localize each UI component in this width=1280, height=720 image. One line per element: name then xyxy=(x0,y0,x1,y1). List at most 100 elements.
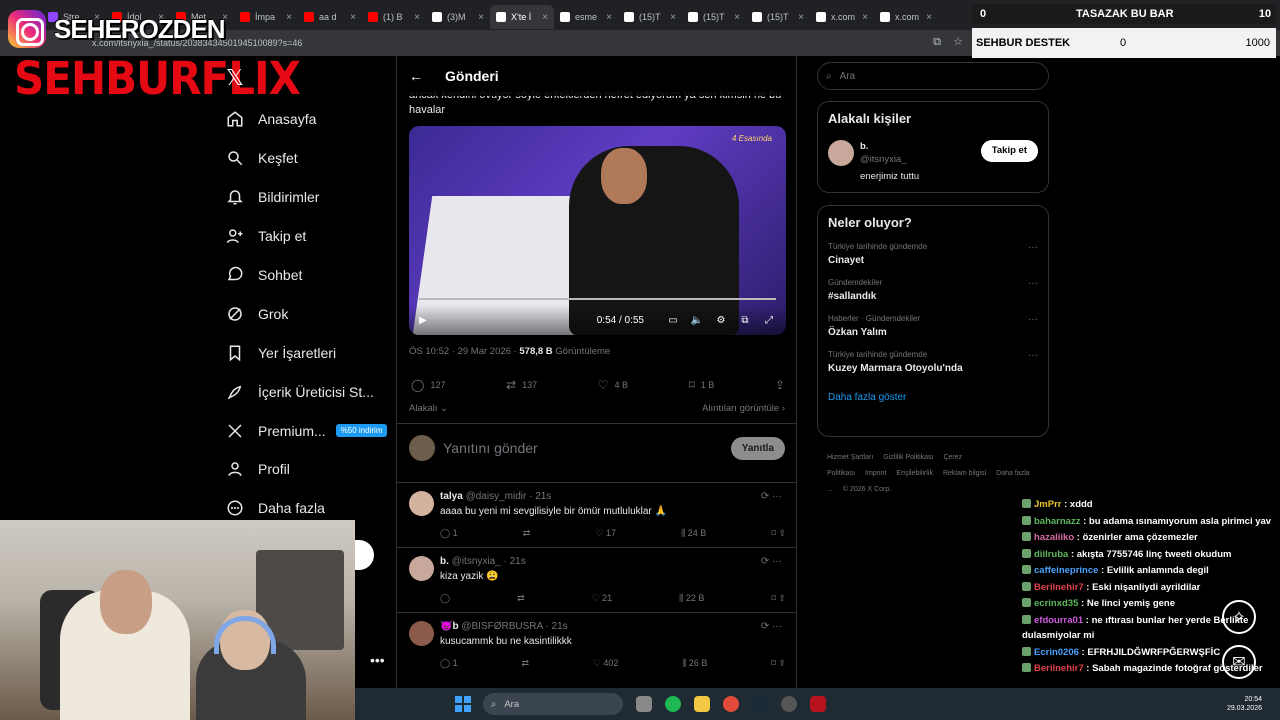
back-arrow-icon[interactable]: ← xyxy=(409,68,427,84)
browser-tab[interactable]: (1) B × xyxy=(362,5,426,29)
browser-tab[interactable]: X'te İ × xyxy=(490,5,554,29)
more-icon[interactable]: ••• xyxy=(370,652,385,668)
trend-more-icon[interactable]: ··· xyxy=(1028,242,1038,253)
volume-icon[interactable]: 🔈 xyxy=(690,315,704,326)
like-action[interactable]: ♡ 4 B xyxy=(598,378,628,392)
obs-icon[interactable] xyxy=(781,696,797,712)
sidebar-item-profile[interactable]: Profil xyxy=(226,450,396,489)
tab-close-icon[interactable]: × xyxy=(286,12,292,23)
footer-link[interactable]: Gizlilik Politikası xyxy=(883,454,933,461)
relevant-person[interactable]: b. @itsnyxia_ enerjimiz tuttu Takip et xyxy=(828,140,1038,183)
browser-tab[interactable]: İmpa × xyxy=(234,5,298,29)
search-input[interactable]: ⌕ Ara xyxy=(817,62,1049,90)
star-icon[interactable]: ☆ xyxy=(951,35,965,49)
taskbar-search[interactable]: ⌕ Ara xyxy=(483,693,623,715)
footer-link[interactable]: Erişilebilirlik xyxy=(896,470,933,477)
footer-link[interactable]: © 2026 X Corp. xyxy=(843,486,891,493)
reply-views-action[interactable]: ⫼ 26 B xyxy=(682,658,707,669)
sidebar-item-bookmark[interactable]: Yer İşaretleri xyxy=(226,333,396,372)
trend-item[interactable]: Türkiye tarihinde gündemde Kuzey Marmara … xyxy=(828,350,1038,374)
browser-tab[interactable]: (15)T × xyxy=(682,5,746,29)
trend-more-icon[interactable]: ··· xyxy=(1028,350,1038,361)
tab-close-icon[interactable]: × xyxy=(606,12,612,23)
chrome-icon[interactable] xyxy=(723,696,739,712)
reply-author[interactable]: 😈b xyxy=(440,621,459,632)
app-icon[interactable] xyxy=(810,696,826,712)
browser-tab[interactable]: esme × xyxy=(554,5,618,29)
sidebar-item-search[interactable]: Keşfet xyxy=(226,139,396,178)
tab-close-icon[interactable]: × xyxy=(670,12,676,23)
popout-icon[interactable]: ⧉ xyxy=(738,315,752,326)
trend-more-icon[interactable]: ··· xyxy=(1028,314,1038,325)
reply-like-action[interactable]: ♡ 21 xyxy=(592,593,613,604)
message-icon[interactable]: ✉ xyxy=(1222,645,1256,679)
reply-repost-action[interactable]: ⇄ xyxy=(523,528,531,539)
reply-reply-action[interactable]: ◯ 1 xyxy=(440,658,458,669)
avatar[interactable] xyxy=(409,621,434,646)
task-view-icon[interactable] xyxy=(636,696,652,712)
sidebar-item-home[interactable]: Anasayfa xyxy=(226,100,396,139)
avatar[interactable] xyxy=(409,556,434,581)
reply-action[interactable]: ◯ 127 xyxy=(411,378,445,392)
settings-icon[interactable]: ⚙ xyxy=(714,315,728,326)
reply-like-action[interactable]: ♡ 17 xyxy=(595,528,616,539)
tab-close-icon[interactable]: × xyxy=(414,12,420,23)
reply-repost-action[interactable]: ⇄ xyxy=(517,593,525,604)
spotify-icon[interactable] xyxy=(665,696,681,712)
reply-bookmark-action[interactable]: ⌑ ⇪ xyxy=(771,528,786,539)
captions-icon[interactable]: ▭ xyxy=(666,315,680,326)
x-logo-icon[interactable]: 𝕏 xyxy=(226,65,244,91)
footer-link[interactable]: Hizmet Şartları xyxy=(827,454,873,461)
reply-reply-action[interactable]: ◯ xyxy=(440,593,450,604)
folder-icon[interactable] xyxy=(694,696,710,712)
windows-start-icon[interactable] xyxy=(455,696,471,712)
sidebar-item-rocket[interactable]: İçerik Üreticisi St... xyxy=(226,372,396,411)
reply-more-icon[interactable]: ⟳ ··· xyxy=(761,556,782,567)
reply-reply-action[interactable]: ◯ 1 xyxy=(440,528,458,539)
reply-input[interactable]: Yanıtını gönder xyxy=(443,440,538,456)
reply-views-action[interactable]: ⫼ 24 B xyxy=(681,528,706,539)
reply-repost-action[interactable]: ⇄ xyxy=(521,658,529,669)
video-player[interactable]: 4 Esasında ▶ 0:54 / 0:55 ▭ 🔈 ⚙ ⧉ ⤢ xyxy=(409,126,786,335)
scroll-button[interactable] xyxy=(355,540,374,570)
trend-item[interactable]: Türkiye tarihinde gündemde Cinayet ··· xyxy=(828,242,1038,266)
tab-close-icon[interactable]: × xyxy=(350,12,356,23)
footer-link[interactable]: Imprint xyxy=(865,470,886,477)
sidebar-item-add-user[interactable]: Takip et xyxy=(226,217,396,256)
reply-button[interactable]: Yanıtla xyxy=(730,436,785,460)
reply-item[interactable]: b. @itsnyxia_ · 21s ⟳ ··· kiza yazik 😩 ◯ ⇄ ♡… xyxy=(397,547,796,611)
tab-close-icon[interactable]: × xyxy=(798,12,804,23)
browser-tab[interactable]: (15)T × xyxy=(746,5,810,29)
reply-more-icon[interactable]: ⟳ ··· xyxy=(761,621,782,632)
tab-close-icon[interactable]: × xyxy=(926,12,932,23)
reply-author[interactable]: talya xyxy=(440,491,463,502)
sidebar-item-bell[interactable]: Bildirimler xyxy=(226,178,396,217)
show-more-link[interactable]: Daha fazla göster xyxy=(828,392,1038,403)
tab-close-icon[interactable]: × xyxy=(478,12,484,23)
trend-item[interactable]: Haberler · Gündemdekiler Özkan Yalım ··· xyxy=(828,314,1038,338)
sidebar-item-grok[interactable]: Grok xyxy=(226,294,396,333)
sidebar-item-chat[interactable]: Sohbet xyxy=(226,256,396,295)
bookmark-action[interactable]: ⌑ 1 B xyxy=(689,378,715,392)
reply-views-action[interactable]: ⫼ 22 B xyxy=(679,593,704,604)
sidebar-item-x[interactable]: Premium... %50 indirim xyxy=(226,411,396,450)
install-icon[interactable]: ⧉ xyxy=(930,35,944,49)
sort-dropdown[interactable]: Alakalı ⌄ xyxy=(409,403,448,414)
trend-more-icon[interactable]: ··· xyxy=(1028,278,1038,289)
quotes-link[interactable]: Alıntıları görüntüle › xyxy=(702,403,785,414)
footer-link[interactable]: Reklam bilgisi xyxy=(943,470,986,477)
browser-tab[interactable]: (15)T × xyxy=(618,5,682,29)
browser-tab[interactable]: x.com × xyxy=(874,5,938,29)
tab-close-icon[interactable]: × xyxy=(862,12,868,23)
follow-button[interactable]: Takip et xyxy=(980,140,1038,162)
reply-bookmark-action[interactable]: ⌑ ⇪ xyxy=(771,593,786,604)
reply-author[interactable]: b. xyxy=(440,556,449,567)
reply-item[interactable]: 😈b @BISFØRBUSRA · 21s ⟳ ··· kusucammk bu n… xyxy=(397,612,796,676)
reply-item[interactable]: talya @daisy_midir · 21s ⟳ ··· aaaa bu yen… xyxy=(397,482,796,546)
reply-more-icon[interactable]: ⟳ ··· xyxy=(761,491,782,502)
fullscreen-icon[interactable]: ⤢ xyxy=(762,315,776,326)
reply-bookmark-action[interactable]: ⌑ ⇪ xyxy=(771,658,786,669)
play-icon[interactable]: ▶ xyxy=(419,315,427,326)
trend-item[interactable]: Gündemdekiler #sallandık ··· xyxy=(828,278,1038,302)
video-progress-bar[interactable] xyxy=(419,298,776,300)
